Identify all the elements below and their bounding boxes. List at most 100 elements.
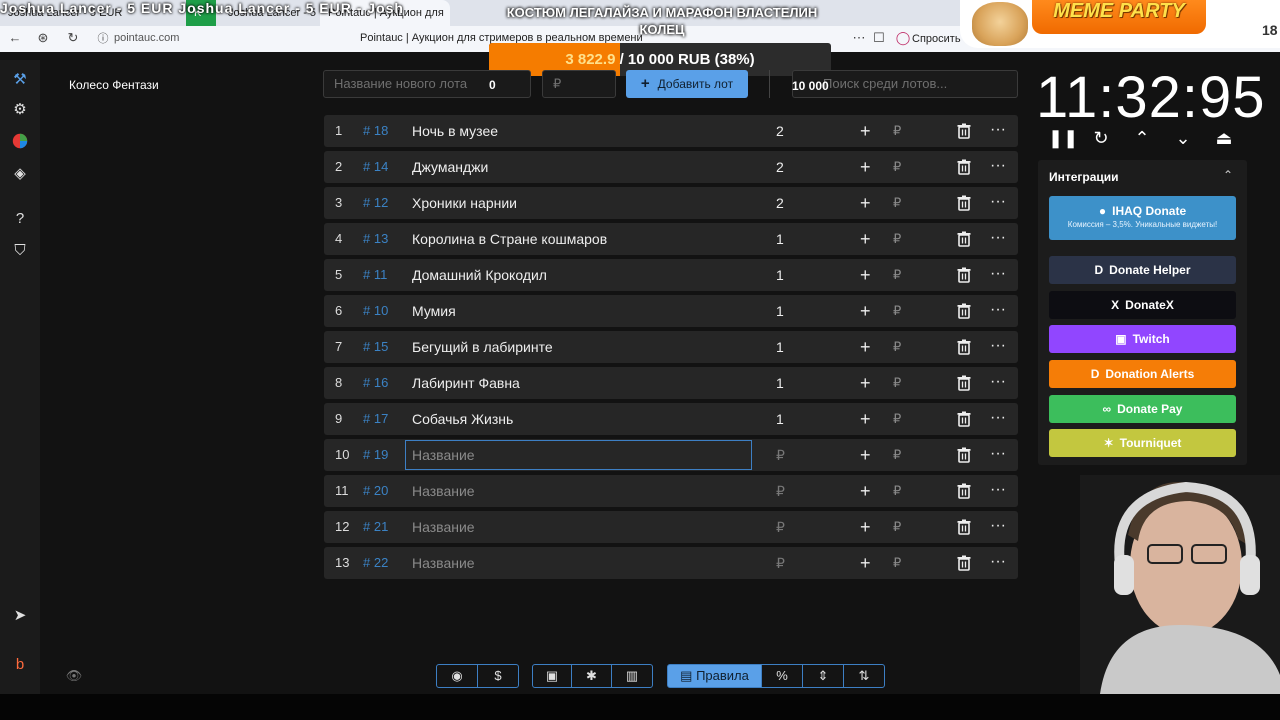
more-options-icon[interactable]: ···: [990, 367, 1006, 397]
lot-amount-input[interactable]: 1: [776, 367, 784, 399]
chevron-down-icon[interactable]: ⌄: [1171, 128, 1195, 149]
more-options-icon[interactable]: ···: [990, 547, 1006, 577]
more-options-icon[interactable]: ···: [990, 115, 1006, 145]
add-rub-input[interactable]: ₽: [893, 439, 901, 471]
lot-name-input[interactable]: Название: [412, 511, 475, 543]
add-amount-icon[interactable]: +: [860, 439, 871, 471]
visibility-eye-icon[interactable]: 👁: [64, 668, 84, 688]
lot-name-input[interactable]: Название: [412, 439, 475, 471]
save-icon[interactable]: ▣: [532, 664, 572, 688]
lot-name-input[interactable]: Мумия: [412, 295, 456, 327]
double-chevron-up-icon[interactable]: ⏏: [1212, 128, 1236, 149]
telegram-icon[interactable]: ➤: [10, 606, 30, 626]
delete-trash-icon[interactable]: [956, 339, 972, 355]
integration-donate-helper-button[interactable]: D Donate Helper: [1049, 256, 1236, 284]
add-amount-icon[interactable]: +: [860, 223, 871, 255]
ask-button[interactable]: Спросить: [912, 33, 961, 45]
more-options-icon[interactable]: ···: [990, 295, 1006, 325]
delete-trash-icon[interactable]: [956, 303, 972, 319]
more-options-icon[interactable]: ···: [990, 223, 1006, 253]
more-options-icon[interactable]: ···: [990, 187, 1006, 217]
delete-trash-icon[interactable]: [956, 555, 972, 571]
lot-amount-input[interactable]: ₽: [776, 475, 785, 507]
delete-trash-icon[interactable]: [956, 231, 972, 247]
lot-name-input[interactable]: Королина в Стране кошмаров: [412, 223, 607, 255]
lot-amount-input[interactable]: 1: [776, 259, 784, 291]
layers-icon[interactable]: ◈: [10, 164, 30, 184]
lot-amount-input[interactable]: ₽: [776, 511, 785, 543]
more-options-icon[interactable]: ···: [990, 511, 1006, 541]
delete-trash-icon[interactable]: [956, 195, 972, 211]
extension-icon[interactable]: ⊛: [34, 30, 52, 46]
lot-name-input[interactable]: Хроники нарнии: [412, 187, 517, 219]
lot-name-input[interactable]: Ночь в музее: [412, 115, 498, 147]
delete-trash-icon[interactable]: [956, 483, 972, 499]
add-rub-input[interactable]: ₽: [893, 331, 901, 363]
integration-twitch-button[interactable]: ▣ Twitch: [1049, 325, 1236, 353]
clear-trash-icon[interactable]: ▥: [611, 664, 653, 688]
sort-icon[interactable]: ⇅: [843, 664, 885, 688]
add-rub-input[interactable]: ₽: [893, 151, 901, 183]
add-rub-input[interactable]: ₽: [893, 367, 901, 399]
boosty-icon[interactable]: b: [10, 656, 30, 676]
add-rub-input[interactable]: ₽: [893, 187, 901, 219]
lot-amount-input[interactable]: 2: [776, 151, 784, 183]
lot-amount-input[interactable]: 1: [776, 223, 784, 255]
lot-amount-input[interactable]: ₽: [776, 439, 785, 471]
wheel-icon[interactable]: [10, 132, 30, 152]
merge-icon[interactable]: ⇕: [802, 664, 844, 688]
auction-hammer-icon[interactable]: ⚒: [10, 70, 30, 90]
help-icon[interactable]: ?: [10, 210, 30, 230]
add-rub-input[interactable]: ₽: [893, 475, 901, 507]
add-amount-icon[interactable]: +: [860, 115, 871, 147]
new-lot-name-input[interactable]: Название нового лота: [323, 70, 531, 98]
delete-trash-icon[interactable]: [956, 267, 972, 283]
settings-gear-icon[interactable]: ⚙: [10, 100, 30, 120]
restart-icon[interactable]: ↻: [1089, 128, 1113, 149]
delete-trash-icon[interactable]: [956, 159, 972, 175]
add-amount-icon[interactable]: +: [860, 259, 871, 291]
integration-ihaq-button[interactable]: ● IHAQ Donate Комиссия – 3,5%. Уникальные …: [1049, 196, 1236, 240]
add-rub-input[interactable]: ₽: [893, 223, 901, 255]
add-amount-icon[interactable]: +: [860, 151, 871, 183]
lot-amount-input[interactable]: 2: [776, 115, 784, 147]
delete-trash-icon[interactable]: [956, 519, 972, 535]
add-amount-icon[interactable]: +: [860, 511, 871, 543]
delete-trash-icon[interactable]: [956, 447, 972, 463]
add-rub-input[interactable]: ₽: [893, 511, 901, 543]
reload-icon[interactable]: ↻: [64, 30, 82, 46]
more-icon[interactable]: ⋯: [850, 30, 868, 46]
lot-name-input[interactable]: Джуманджи: [412, 151, 488, 183]
add-amount-icon[interactable]: +: [860, 547, 871, 579]
more-options-icon[interactable]: ···: [990, 475, 1006, 505]
lot-amount-input[interactable]: 1: [776, 403, 784, 435]
rules-button[interactable]: ▤ Правила: [667, 664, 762, 688]
add-amount-icon[interactable]: +: [860, 331, 871, 363]
lot-amount-input[interactable]: 2: [776, 187, 784, 219]
lot-amount-input[interactable]: 1: [776, 331, 784, 363]
site-info-icon[interactable]: ⓘ: [94, 30, 112, 46]
add-rub-input[interactable]: ₽: [893, 295, 901, 327]
url-field[interactable]: pointauc.com: [114, 32, 179, 44]
delete-trash-icon[interactable]: [956, 123, 972, 139]
delete-trash-icon[interactable]: [956, 375, 972, 391]
chevron-up-icon[interactable]: ⌃: [1130, 128, 1154, 149]
collapse-chevron-icon[interactable]: ⌃: [1223, 168, 1233, 182]
github-icon[interactable]: ◉: [436, 664, 478, 688]
new-lot-amount-input[interactable]: ₽: [542, 70, 616, 98]
add-rub-input[interactable]: ₽: [893, 547, 901, 579]
assistant-icon[interactable]: ◯: [894, 30, 912, 46]
lot-name-input[interactable]: Лабиринт Фавна: [412, 367, 520, 399]
more-options-icon[interactable]: ···: [990, 403, 1006, 433]
more-options-icon[interactable]: ···: [990, 151, 1006, 181]
dollar-icon[interactable]: $: [477, 664, 519, 688]
lot-name-input[interactable]: Название: [412, 475, 475, 507]
add-amount-icon[interactable]: +: [860, 367, 871, 399]
more-options-icon[interactable]: ···: [990, 259, 1006, 289]
delete-trash-icon[interactable]: [956, 411, 972, 427]
lot-name-input[interactable]: Бегущий в лабиринте: [412, 331, 553, 363]
shield-icon[interactable]: ⛉: [10, 242, 30, 262]
integration-tourniquet-button[interactable]: ✶ Tourniquet: [1049, 429, 1236, 457]
add-lot-button[interactable]: + Добавить лот: [626, 70, 748, 98]
integration-donation-alerts-button[interactable]: D Donation Alerts: [1049, 360, 1236, 388]
